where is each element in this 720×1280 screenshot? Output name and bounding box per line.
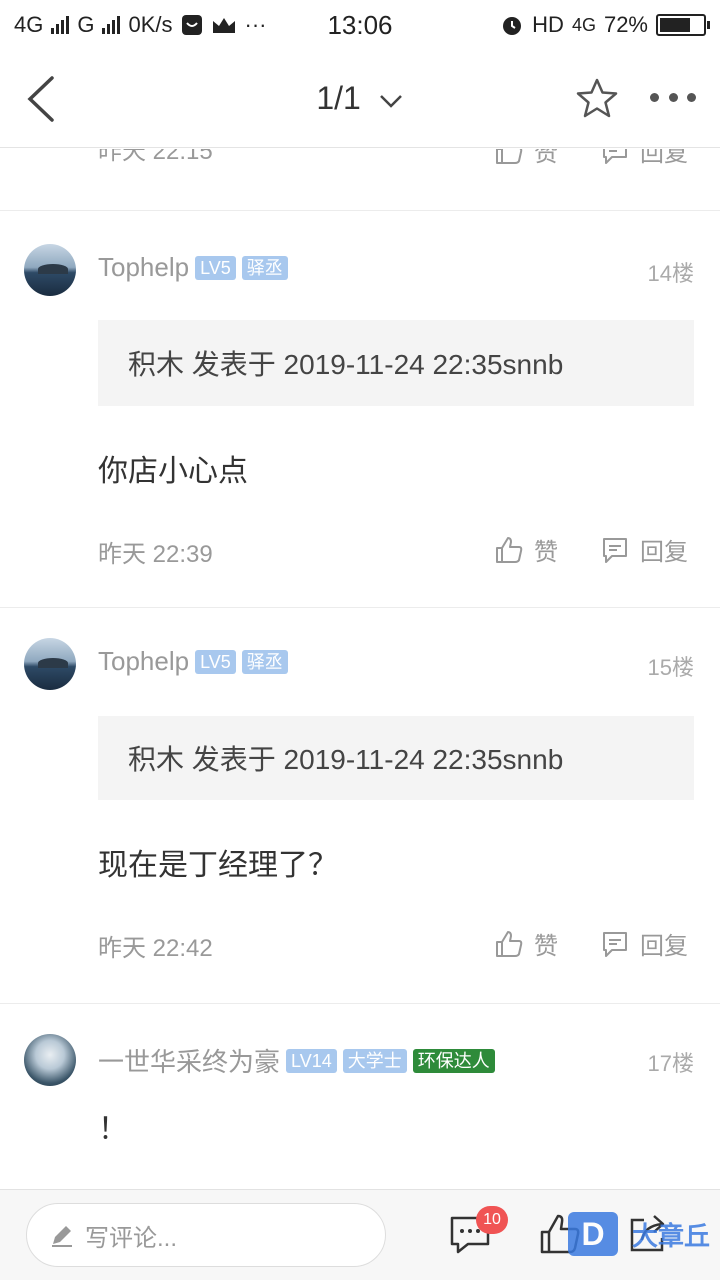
watermark: D 大章丘 [568,1210,718,1264]
battery-icon [656,14,710,36]
thumbs-up-icon [496,536,523,563]
comment-count-badge: 10 [476,1206,508,1234]
quote-block: 积木 发表于 2019-11-24 22:35snnb [98,320,694,406]
bottom-bar: 写评论... 10 D 大章丘 [0,1189,720,1280]
username: 一世华采终为豪 [98,1047,281,1077]
reply-button[interactable]: 回复 [600,926,688,961]
reply-label: 回复 [640,539,688,566]
post-time: 昨天 22:15 [98,149,213,165]
quote-block: 积木 发表于 2019-11-24 22:35snnb [98,716,694,800]
floor-number: 17楼 [647,1051,694,1076]
avatar[interactable] [24,1034,76,1086]
comment-item: Tophelp LV5 驿丞 15楼 积木 发表于 2019-11-24 22:… [0,608,720,1004]
status-bar: 4G G 0K/s ··· 13:06 HD 4G 72% [0,0,720,50]
floor-number: 15楼 [647,655,694,680]
reply-button[interactable]: 回复 [600,532,688,567]
avatar[interactable] [24,638,76,690]
comment-text: 你店小心点 [98,455,248,488]
previous-post-footer: 昨天 22:15 赞 回复 [0,149,720,211]
username: Tophelp [98,646,190,676]
thumbs-up-icon [496,149,523,164]
reply-button[interactable]: 回复 [600,149,688,168]
watermark-logo: D [568,1212,618,1256]
user-info[interactable]: Tophelp LV5 驿丞 [98,646,288,677]
floor-number: 14楼 [647,261,694,286]
nav-bar: 1/1 [0,50,720,148]
clock: 13:06 [327,10,393,40]
pencil-icon [52,1226,72,1247]
level-badge: LV5 [195,255,236,280]
like-label: 赞 [534,933,558,960]
user-info[interactable]: 一世华采终为豪 LV14 大学士 环保达人 [98,1042,495,1079]
favorite-star-icon[interactable] [574,76,620,122]
watermark-text: 大章丘 [632,1221,711,1251]
thumbs-up-icon [496,930,523,957]
level-badge: LV5 [195,649,236,674]
like-label: 赞 [534,539,558,566]
page-indicator: 1/1 [316,80,361,116]
comment-icon [603,537,627,563]
username: Tophelp [98,252,190,282]
like-button[interactable]: 赞 [494,926,558,961]
user-info[interactable]: Tophelp LV5 驿丞 [98,252,288,283]
post-time: 昨天 22:42 [98,935,213,962]
achievement-badge: 环保达人 [412,1048,495,1073]
title-badge: 驿丞 [241,649,288,674]
comment-text: ！ [98,1113,128,1146]
reply-label: 回复 [640,149,688,167]
title-badge: 大学士 [342,1048,407,1073]
title-badge: 驿丞 [241,255,288,280]
like-label: 赞 [534,149,558,167]
comment-item: 一世华采终为豪 LV14 大学士 环保达人 17楼 ！ [0,1004,720,1189]
comment-placeholder: 写评论... [85,1224,178,1252]
chevron-down-icon [379,94,402,108]
comment-list[interactable]: 昨天 22:15 赞 回复 Tophelp LV5 驿丞 14楼 积木 发表于 … [0,149,720,1189]
like-button[interactable]: 赞 [494,532,558,567]
comment-text: 现在是丁经理了？ [98,849,338,882]
reply-label: 回复 [640,933,688,960]
quote-text: 积木 发表于 2019-11-24 22:35snnb [128,744,564,775]
level-badge: LV14 [286,1048,337,1073]
comment-item: Tophelp LV5 驿丞 14楼 积木 发表于 2019-11-24 22:… [0,212,720,608]
comment-input[interactable]: 写评论... [26,1203,386,1267]
more-menu-icon[interactable] [650,90,696,106]
like-button[interactable]: 赞 [494,149,558,168]
quote-text: 积木 发表于 2019-11-24 22:35snnb [128,349,564,380]
avatar[interactable] [24,244,76,296]
comment-icon [603,149,627,164]
post-time: 昨天 22:39 [98,541,213,568]
comment-icon [603,931,627,957]
